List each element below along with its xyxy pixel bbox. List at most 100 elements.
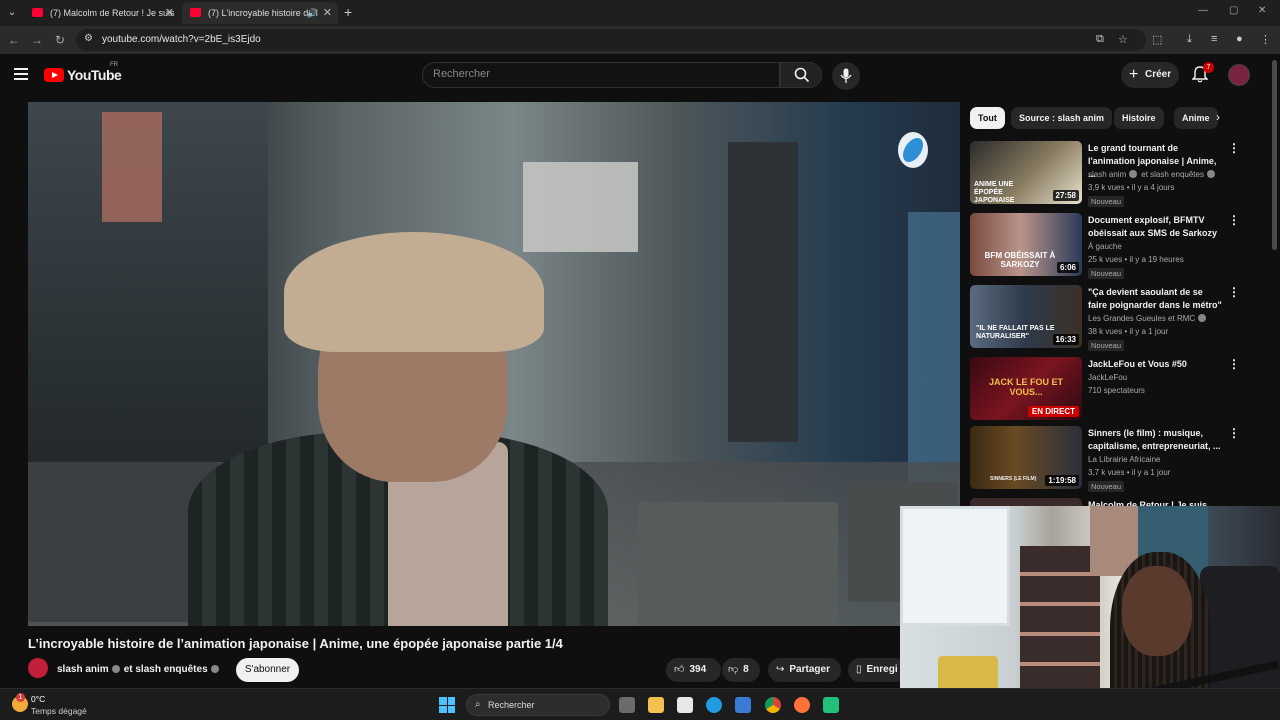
close-tab-icon[interactable]: ✕ bbox=[323, 2, 332, 24]
video-thumbnail[interactable]: "IL NE FALLAIT PAS LE NATURALISER" 16:33 bbox=[970, 285, 1082, 348]
channel-collab-text[interactable]: et slash enquêtes bbox=[1141, 170, 1204, 179]
store-icon[interactable] bbox=[735, 697, 751, 713]
video-thumbnail[interactable]: BFM OBÉISSAIT À SARKOZY 6:06 bbox=[970, 213, 1082, 276]
install-app-icon[interactable]: ⧉ bbox=[1096, 33, 1104, 46]
video-player[interactable] bbox=[28, 102, 960, 626]
address-bar[interactable]: ⚙ youtube.com/watch?v=2bE_is3Ejdo bbox=[76, 29, 1146, 51]
save-button[interactable]: ▯ Enregi bbox=[848, 658, 908, 682]
taskbar-search-label: Rechercher bbox=[488, 700, 535, 710]
create-button[interactable]: + Créer bbox=[1121, 62, 1179, 88]
video-thumbnail[interactable]: SINNERS (LE FILM) 1:19:58 bbox=[970, 426, 1082, 489]
channel-name-text[interactable]: slash anim bbox=[57, 664, 109, 675]
file-explorer-icon[interactable] bbox=[648, 697, 664, 713]
share-button[interactable]: ↪ Partager bbox=[768, 658, 841, 682]
video-thumbnail[interactable]: JACK LE FOU ET VOUS... EN DIRECT bbox=[970, 357, 1082, 420]
channel-watermark-icon[interactable] bbox=[898, 132, 928, 168]
profile-icon[interactable]: ● bbox=[1236, 33, 1243, 45]
more-options-icon[interactable]: ⋮ bbox=[1228, 285, 1240, 299]
new-badge: Nouveau bbox=[1088, 196, 1125, 207]
windows-start-icon[interactable] bbox=[439, 697, 455, 713]
firefox-icon[interactable] bbox=[794, 697, 810, 713]
taskbar-search[interactable]: ⌕ Rechercher bbox=[466, 694, 610, 716]
recommendation-title[interactable]: Document explosif, BFMTV obéissait aux S… bbox=[1088, 214, 1223, 240]
channel-name[interactable]: slash anim et slash enquêtes bbox=[57, 664, 223, 675]
url-text: youtube.com/watch?v=2bE_is3Ejdo bbox=[102, 34, 261, 45]
maximize-icon[interactable]: ▢ bbox=[1229, 5, 1238, 16]
thumbnail-text: ANIME UNE ÉPOPÉE JAPONAISE bbox=[974, 181, 1015, 204]
reload-icon[interactable]: ↻ bbox=[55, 33, 65, 47]
recommendation-channel[interactable]: JackLeFou bbox=[1088, 373, 1127, 382]
speaker-icon[interactable]: 🔊 bbox=[307, 2, 318, 24]
browser-tab-active[interactable]: (7) L'incroyable histoire de l 🔊 ✕ bbox=[182, 2, 338, 24]
channel-text[interactable]: Les Grandes Gueules et RMC bbox=[1088, 314, 1195, 323]
chip-all[interactable]: Tout bbox=[970, 107, 1005, 129]
recommendation-channel[interactable]: Les Grandes Gueules et RMC bbox=[1088, 314, 1210, 323]
notifications-button[interactable]: 7 bbox=[1190, 62, 1214, 86]
like-button[interactable]: 👍︎ 394 bbox=[666, 658, 721, 682]
page-scrollbar[interactable] bbox=[1272, 60, 1277, 250]
chip-history[interactable]: Histoire bbox=[1114, 107, 1164, 129]
more-options-icon[interactable]: ⋮ bbox=[1228, 141, 1240, 155]
recommendation-title[interactable]: Sinners (le film) : musique, capitalisme… bbox=[1088, 427, 1223, 453]
browser-tab-malcolm[interactable]: (7) Malcolm de Retour ! Je suis ✕ bbox=[24, 2, 180, 24]
obs-app-icon[interactable] bbox=[823, 697, 839, 713]
chevron-right-icon[interactable]: › bbox=[1216, 110, 1220, 124]
weather-icon[interactable]: 1 bbox=[12, 693, 28, 712]
youtube-favicon-icon bbox=[32, 8, 43, 17]
temperature[interactable]: 0°C bbox=[31, 694, 45, 704]
notepad-icon[interactable] bbox=[677, 697, 693, 713]
edge-icon[interactable] bbox=[706, 697, 722, 713]
account-avatar[interactable] bbox=[1228, 64, 1250, 86]
recommendation-title[interactable]: JackLeFou et Vous #50 bbox=[1088, 358, 1223, 371]
search-input[interactable] bbox=[433, 68, 753, 80]
extensions-icon[interactable]: ⬚ bbox=[1152, 33, 1162, 46]
chrome-icon[interactable] bbox=[765, 697, 781, 713]
close-tab-icon[interactable]: ✕ bbox=[165, 2, 174, 24]
verified-icon bbox=[1206, 170, 1215, 178]
microphone-icon bbox=[840, 68, 852, 83]
bookmark-star-icon[interactable]: ☆ bbox=[1118, 33, 1128, 46]
recommendation-item[interactable]: BFM OBÉISSAIT À SARKOZY 6:06 Document ex… bbox=[970, 213, 1270, 279]
weather-condition[interactable]: Temps dégagé bbox=[31, 706, 87, 716]
recommendation-item[interactable]: "IL NE FALLAIT PAS LE NATURALISER" 16:33… bbox=[970, 285, 1270, 351]
recommendation-meta: 710 spectateurs bbox=[1088, 386, 1145, 395]
recommendation-item[interactable]: SINNERS (LE FILM) 1:19:58 Sinners (le fi… bbox=[970, 426, 1270, 492]
task-view-icon[interactable] bbox=[619, 697, 635, 713]
minimize-icon[interactable]: — bbox=[1198, 5, 1208, 16]
recommendation-channel[interactable]: La Librairie Africaine bbox=[1088, 455, 1160, 464]
channel-text[interactable]: slash anim bbox=[1088, 170, 1126, 179]
browser-menu-icon[interactable]: ⋮ bbox=[1260, 33, 1271, 46]
recommendation-item[interactable]: JACK LE FOU ET VOUS... EN DIRECT JackLeF… bbox=[970, 357, 1270, 423]
search-button[interactable] bbox=[780, 62, 822, 88]
channel-collab-text[interactable]: et slash enquêtes bbox=[124, 664, 208, 675]
subscribe-button[interactable]: S'abonner bbox=[236, 658, 299, 682]
chip-anime[interactable]: Anime bbox=[1174, 107, 1218, 129]
recommendation-channel[interactable]: slash anim et slash enquêtes bbox=[1088, 170, 1219, 179]
recommendation-title[interactable]: "Ça devient saoulant de se faire poignar… bbox=[1088, 286, 1223, 312]
recommendation-channel[interactable]: À gauche bbox=[1088, 242, 1122, 251]
download-icon[interactable]: ⤓ bbox=[1187, 33, 1192, 46]
back-icon[interactable]: ← bbox=[8, 33, 20, 47]
forward-icon[interactable]: → bbox=[31, 33, 43, 47]
close-window-icon[interactable]: ✕ bbox=[1258, 5, 1266, 16]
tab-search-icon[interactable]: ⌄ bbox=[4, 5, 20, 21]
voice-search-button[interactable] bbox=[832, 62, 860, 90]
menu-icon[interactable] bbox=[14, 68, 28, 83]
video-title: L’incroyable histoire de l’animation jap… bbox=[28, 636, 563, 651]
recommendation-meta: 38 k vues • il y a 1 jour bbox=[1088, 327, 1169, 336]
site-info-icon[interactable]: ⚙ bbox=[84, 33, 93, 44]
more-options-icon[interactable]: ⋮ bbox=[1228, 357, 1240, 371]
video-thumbnail[interactable]: ANIME UNE ÉPOPÉE JAPONAISE 27:58 bbox=[970, 141, 1082, 204]
new-tab-icon[interactable]: + bbox=[344, 4, 352, 20]
new-badge: Nouveau bbox=[1088, 481, 1125, 492]
dislike-button[interactable]: 👎︎ 8 bbox=[722, 658, 760, 682]
weather-badge: 1 bbox=[16, 693, 25, 702]
recommendation-item[interactable]: ANIME UNE ÉPOPÉE JAPONAISE 27:58 Le gran… bbox=[970, 141, 1270, 207]
like-count: 394 bbox=[689, 664, 707, 675]
channel-avatar[interactable] bbox=[28, 658, 48, 678]
video-frame-pillar bbox=[728, 142, 798, 442]
media-control-icon[interactable]: ≡ bbox=[1211, 33, 1217, 45]
more-options-icon[interactable]: ⋮ bbox=[1228, 213, 1240, 227]
chip-source[interactable]: Source : slash anim bbox=[1011, 107, 1113, 129]
more-options-icon[interactable]: ⋮ bbox=[1228, 426, 1240, 440]
